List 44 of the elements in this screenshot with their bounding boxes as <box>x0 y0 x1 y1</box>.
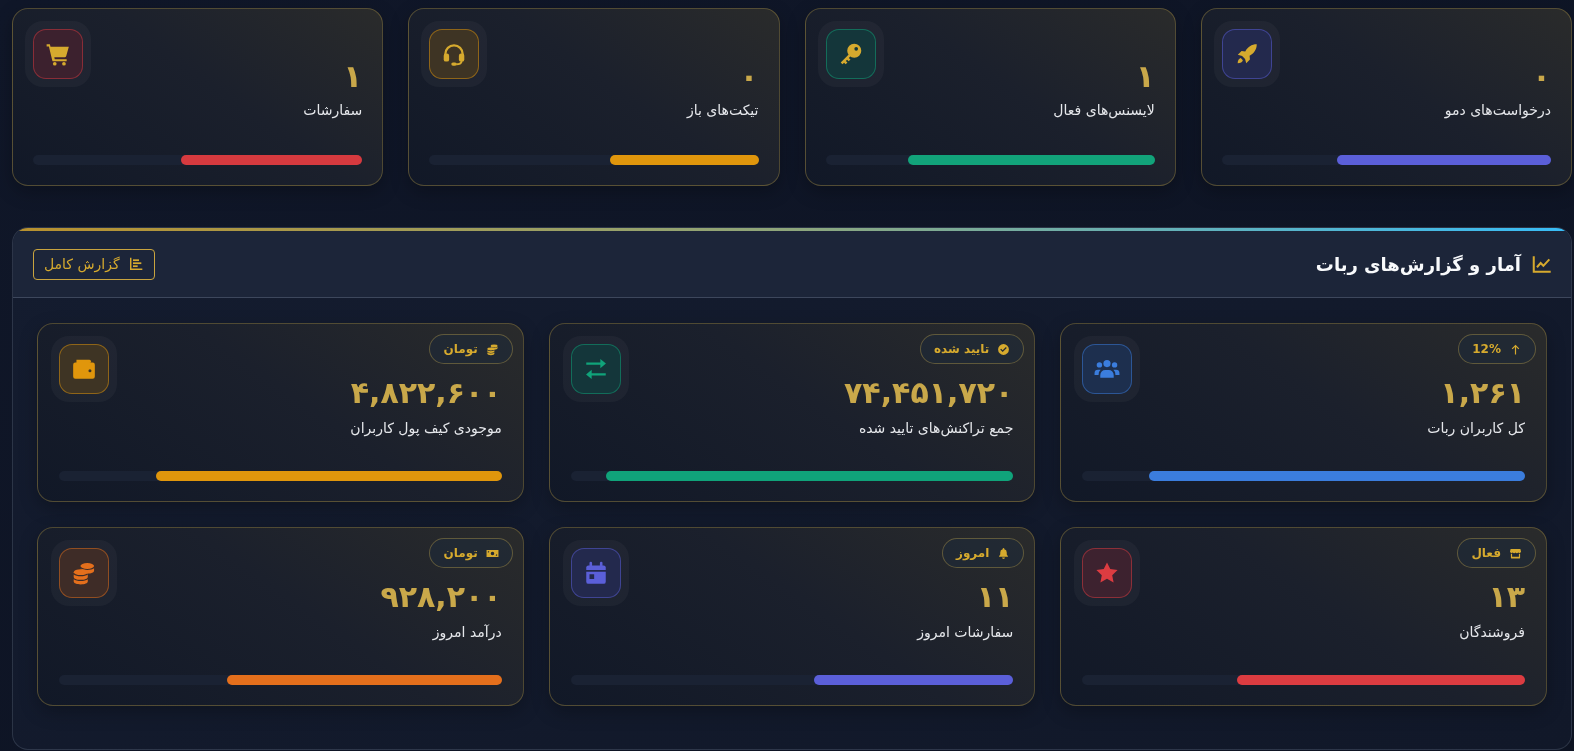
stat-label: درخواست‌های دمو <box>1443 101 1551 121</box>
stat-value: ۷۴,۴۵۱,۷۲۰ <box>843 374 1014 412</box>
coins-icon <box>485 342 499 356</box>
key-icon <box>817 21 884 87</box>
bell-icon <box>997 546 1011 560</box>
stat-label: تیکت‌های باز <box>685 101 759 120</box>
stat-value: ۱ <box>1134 57 1155 96</box>
stat-value: ۱ <box>342 57 363 96</box>
stat-value: ۱۱ <box>975 578 1014 616</box>
stat-label: کل کاربران ربات <box>1426 419 1525 439</box>
stat-label: موجودی کیف پول کاربران <box>349 419 502 439</box>
chip-label: تایید شده <box>934 342 990 356</box>
chip-label: فعال <box>1471 546 1501 560</box>
stat-value: ۱۳ <box>1487 578 1525 616</box>
stat-value: ۹۲۸,۲۰۰ <box>379 578 502 616</box>
rocket-icon <box>1213 21 1280 87</box>
bar-chart-icon <box>127 256 144 272</box>
chip-label: 12% <box>1472 342 1501 356</box>
calendar-icon <box>562 540 629 606</box>
line-chart-icon <box>1531 253 1553 275</box>
stat-value: ۱,۲۶۱ <box>1439 374 1525 412</box>
store-icon <box>1509 546 1522 560</box>
section-title: آمار و گزارش‌های ربات <box>1315 253 1521 275</box>
stat-label: جمع تراکنش‌های تایید شده <box>857 419 1014 439</box>
wallet-icon <box>51 336 117 402</box>
users-icon <box>1074 336 1141 402</box>
star-icon <box>1074 540 1141 606</box>
stat-label: لایسنس‌های فعال <box>1052 101 1155 121</box>
stat-label: درآمد امروز <box>431 623 502 643</box>
stat-value: ۰ <box>738 57 759 96</box>
headset-icon <box>421 21 488 87</box>
chip-label: تومان <box>443 546 478 560</box>
stat-label: فروشندگان <box>1458 623 1525 643</box>
full-report-button[interactable]: گزارش کامل <box>33 248 155 280</box>
stat-label: سفارشات امروز <box>915 623 1014 643</box>
arrow-up-icon <box>1509 342 1522 356</box>
chip-label: امروز <box>955 546 990 560</box>
stat-label: سفارشات <box>302 101 363 121</box>
chip-label: تومان <box>443 342 478 356</box>
exchange-arrows-icon <box>562 336 629 402</box>
stat-value: ۴,۸۲۲,۶۰۰ <box>349 374 502 412</box>
stat-value: ۰ <box>1531 57 1551 96</box>
coins-icon <box>51 540 117 606</box>
cart-icon <box>25 21 91 87</box>
